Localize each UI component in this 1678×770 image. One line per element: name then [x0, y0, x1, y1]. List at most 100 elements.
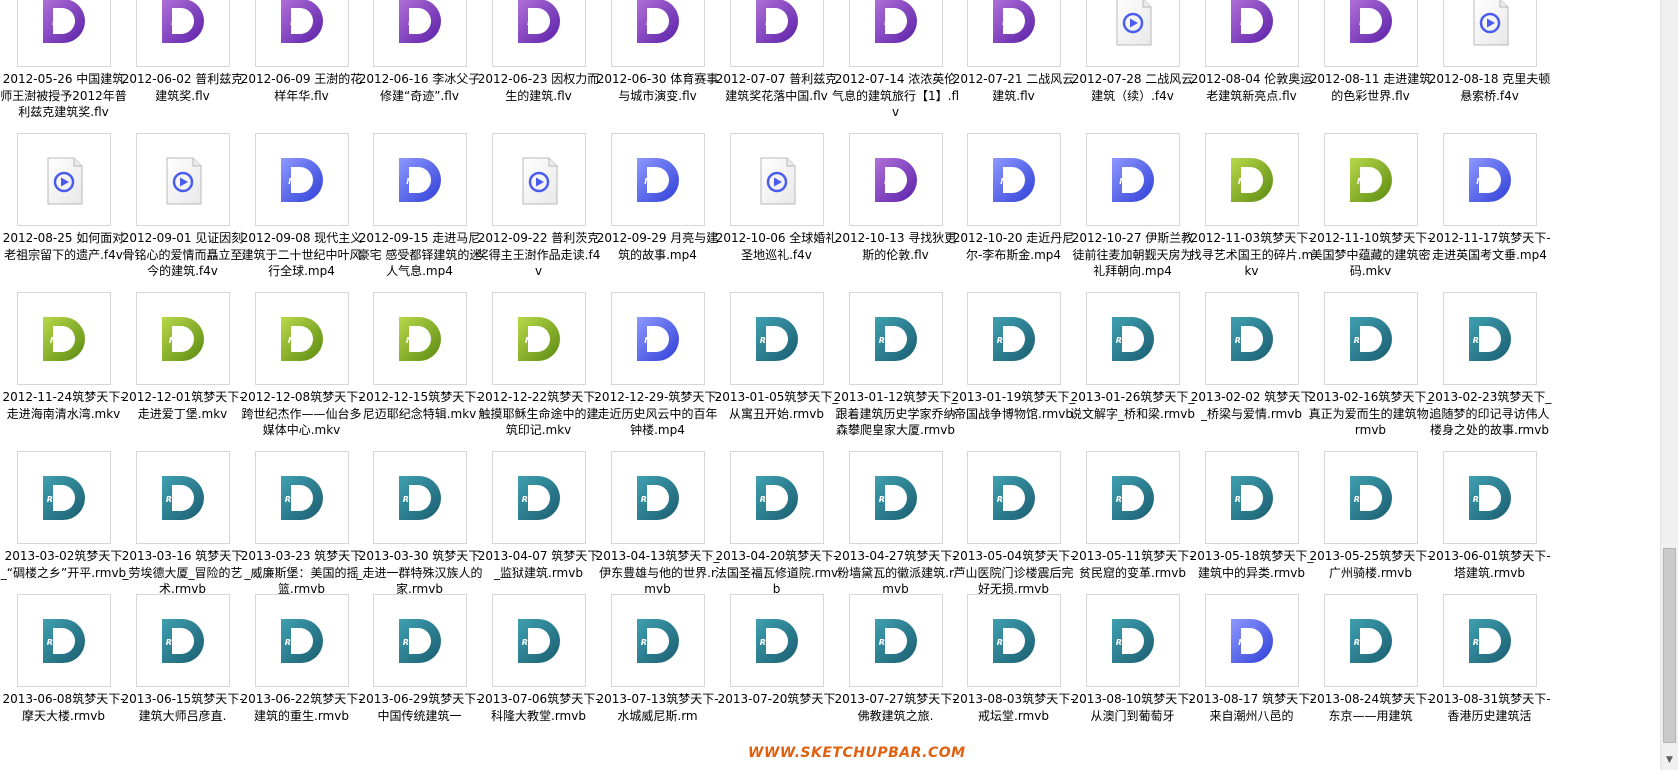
file-name-label[interactable]: 2013-08-24筑梦天下-东京——用建筑 [1307, 691, 1434, 724]
file-name-label[interactable]: 2012-06-09 王澍的花样年华.flv [238, 71, 365, 104]
file-name-label[interactable]: 2013-06-22筑梦天下-建筑的重生.rmvb [238, 691, 365, 724]
video-file-icon[interactable]: FLV [849, 0, 943, 67]
video-file-icon[interactable]: MP4 [255, 133, 349, 226]
file-name-label[interactable]: 2013-02-16筑梦天下_真正为爱而生的建筑物.rmvb [1307, 389, 1434, 439]
file-name-label[interactable]: 2013-08-03筑梦天下-戒坛堂.rmvb [950, 691, 1077, 724]
video-file-icon[interactable]: FLV [1205, 0, 1299, 67]
file-name-label[interactable]: 2013-07-27筑梦天下-佛教建筑之旅. [832, 691, 959, 724]
file-name-label[interactable]: 2012-06-02 普利兹克建筑奖.flv [119, 71, 246, 104]
video-file-icon[interactable]: RMVB [255, 594, 349, 687]
file-name-label[interactable]: 2012-09-15 走进马尼豪宅 感受都铎建筑的迷人气息.mp4 [356, 230, 483, 280]
video-file-icon[interactable]: RMVB [1324, 292, 1418, 385]
file-name-label[interactable]: 2013-06-08筑梦天下-摩天大楼.rmvb [0, 691, 127, 724]
file-name-label[interactable]: 2013-03-30 筑梦天下_走进一群特殊汉族人的家.rmvb [356, 548, 483, 598]
file-name-label[interactable]: 2012-05-26 中国建筑师王澍被授予2012年普利兹克建筑奖.flv [0, 71, 127, 121]
video-file-icon[interactable]: RMVB [492, 594, 586, 687]
video-file-icon[interactable]: FLV [730, 0, 824, 67]
video-file-icon[interactable]: FLV [136, 0, 230, 67]
scroll-down-arrow-icon[interactable]: ▼ [1661, 752, 1678, 769]
video-file-icon[interactable] [730, 133, 824, 226]
video-file-icon[interactable]: RMVB [1443, 292, 1537, 385]
video-file-icon[interactable] [492, 133, 586, 226]
video-file-icon[interactable]: RMVB [1205, 292, 1299, 385]
file-name-label[interactable]: 2012-06-16 李冰父子修建“奇迹”.flv [356, 71, 483, 104]
file-name-label[interactable]: 2013-02-23筑梦天下_追随梦的印记寻访伟人楼身之处的故事.rmvb [1426, 389, 1553, 439]
video-file-icon[interactable]: MKV [373, 292, 467, 385]
file-name-label[interactable]: 2013-05-25筑梦天下-广州骑楼.rmvb [1307, 548, 1434, 581]
video-file-icon[interactable]: MP4 [1086, 133, 1180, 226]
video-file-icon[interactable]: RMVB [1324, 594, 1418, 687]
video-file-icon[interactable]: RMVB [255, 451, 349, 544]
file-name-label[interactable]: 2013-03-23 筑梦天下_威廉斯堡：美国的摇篮.rmvb [238, 548, 365, 598]
file-name-label[interactable]: 2012-11-03筑梦天下-找寻艺术国王的碎片.mkv [1188, 230, 1315, 280]
video-file-icon[interactable]: MKV [1205, 133, 1299, 226]
file-name-label[interactable]: 2012-09-29 月亮与建筑的故事.mp4 [594, 230, 721, 263]
video-file-icon[interactable]: RMVB [1443, 594, 1537, 687]
file-name-label[interactable]: 2012-12-29-筑梦天下-走近历史风云中的百年钟楼.mp4 [594, 389, 721, 439]
file-name-label[interactable]: 2013-04-07 筑梦天下_监狱建筑.rmvb [475, 548, 602, 581]
video-file-icon[interactable]: FLV [967, 0, 1061, 67]
video-file-icon[interactable] [1086, 0, 1180, 67]
video-file-icon[interactable]: FLV [611, 0, 705, 67]
file-name-label[interactable]: 2012-09-01 见证因刻骨铭心的爱情而矗立至今的建筑.f4v [119, 230, 246, 280]
file-name-label[interactable]: 2013-01-26筑梦天下_说文解字_桥和梁.rmvb [1069, 389, 1196, 422]
file-name-label[interactable]: 2013-07-13筑梦天下-水城威尼斯.rm [594, 691, 721, 724]
file-name-label[interactable]: 2013-02-02 筑梦天下_桥梁与爱情.rmvb [1188, 389, 1315, 422]
video-file-icon[interactable] [1443, 0, 1537, 67]
video-file-icon[interactable] [17, 133, 111, 226]
video-file-icon[interactable]: FLV [255, 0, 349, 67]
file-name-label[interactable]: 2012-08-11 走进建筑的色彩世界.flv [1307, 71, 1434, 104]
file-name-label[interactable]: 2013-07-06筑梦天下-科隆大教堂.rmvb [475, 691, 602, 724]
file-name-label[interactable]: 2013-08-10筑梦天下-从澳门到葡萄牙 [1069, 691, 1196, 724]
video-file-icon[interactable]: RMVB [1086, 594, 1180, 687]
file-name-label[interactable]: 2013-01-12筑梦天下_跟着建筑历史学家乔纳森攀爬皇家大厦.rmvb [832, 389, 959, 439]
video-file-icon[interactable]: RMVB [1205, 451, 1299, 544]
video-file-icon[interactable]: FLV [373, 0, 467, 67]
file-name-label[interactable]: 2013-06-01筑梦天下-塔建筑.rmvb [1426, 548, 1553, 581]
file-name-label[interactable]: 2013-06-15筑梦天下-建筑大师吕彦直. [119, 691, 246, 724]
file-name-label[interactable]: 2012-06-30 体育赛事与城市演变.flv [594, 71, 721, 104]
video-file-icon[interactable]: RMVB [17, 594, 111, 687]
file-name-label[interactable]: 2013-03-16 筑梦天下_劳埃德大厦_冒险的艺术.rmvb [119, 548, 246, 598]
video-file-icon[interactable]: RMVB [849, 594, 943, 687]
video-file-icon[interactable]: FLV [849, 133, 943, 226]
file-name-label[interactable]: 2012-10-06 全球婚礼圣地巡礼.f4v [713, 230, 840, 263]
video-file-icon[interactable]: RMVB [967, 594, 1061, 687]
file-name-label[interactable]: 2012-10-20 走近丹尼尔-李布斯金.mp4 [950, 230, 1077, 263]
file-name-label[interactable]: 2013-08-31筑梦天下-香港历史建筑活 [1426, 691, 1553, 724]
video-file-icon[interactable]: MP4 [611, 292, 705, 385]
video-file-icon[interactable]: MKV [1324, 133, 1418, 226]
file-name-label[interactable]: 2013-05-18筑梦天下_建筑中的异类.rmvb [1188, 548, 1315, 581]
video-file-icon[interactable]: RMVB [730, 594, 824, 687]
file-name-label[interactable]: 2013-08-17 筑梦天下-来自潮州八邑的 [1188, 691, 1315, 724]
video-file-icon[interactable]: RMVB [492, 451, 586, 544]
video-file-icon[interactable]: RMVB [373, 451, 467, 544]
file-name-label[interactable]: 2012-12-22筑梦天下-触摸耶稣生命途中的建筑印记.mkv [475, 389, 602, 439]
video-file-icon[interactable] [136, 133, 230, 226]
file-name-label[interactable]: 2013-01-05筑梦天下_从寓丑开始.rmvb [713, 389, 840, 422]
video-file-icon[interactable]: RMVB [967, 292, 1061, 385]
video-file-icon[interactable]: RMVB [611, 451, 705, 544]
video-file-icon[interactable]: MKV [136, 292, 230, 385]
video-file-icon[interactable]: RMVB [1086, 292, 1180, 385]
file-name-label[interactable]: 2012-12-15筑梦天下-尼迈耶纪念特辑.mkv [356, 389, 483, 422]
video-file-icon[interactable]: MKV [17, 292, 111, 385]
file-name-label[interactable]: 2012-11-24筑梦天下-走进海南清水湾.mkv [0, 389, 127, 422]
scrollbar-thumb[interactable] [1663, 548, 1676, 743]
video-file-icon[interactable]: FLV [492, 0, 586, 67]
file-name-label[interactable]: 2012-10-27 伊斯兰教徒前往麦加朝觐天房为礼拜朝向.mp4 [1069, 230, 1196, 280]
video-file-icon[interactable]: RMVB [730, 292, 824, 385]
video-file-icon[interactable]: RMVB [136, 451, 230, 544]
file-name-label[interactable]: 2012-12-01筑梦天下-走进爱丁堡.mkv [119, 389, 246, 422]
file-name-label[interactable]: 2012-07-28 二战风云建筑（续）.f4v [1069, 71, 1196, 104]
file-name-label[interactable]: 2012-09-22 普利茨克奖得主王澍作品走读.f4v [475, 230, 602, 280]
video-file-icon[interactable]: MP4 [1205, 594, 1299, 687]
video-file-icon[interactable]: RMVB [136, 594, 230, 687]
file-name-label[interactable]: 2013-03-02筑梦天下_“碉楼之乡”开平.rmvb [0, 548, 127, 581]
video-file-icon[interactable]: FLV [17, 0, 111, 67]
video-file-icon[interactable]: RMVB [849, 451, 943, 544]
file-name-label[interactable]: 2012-07-07 普利兹克建筑奖花落中国.flv [713, 71, 840, 104]
video-file-icon[interactable]: RMVB [1324, 451, 1418, 544]
video-file-icon[interactable]: RMVB [1443, 451, 1537, 544]
video-file-icon[interactable]: RMVB [611, 594, 705, 687]
